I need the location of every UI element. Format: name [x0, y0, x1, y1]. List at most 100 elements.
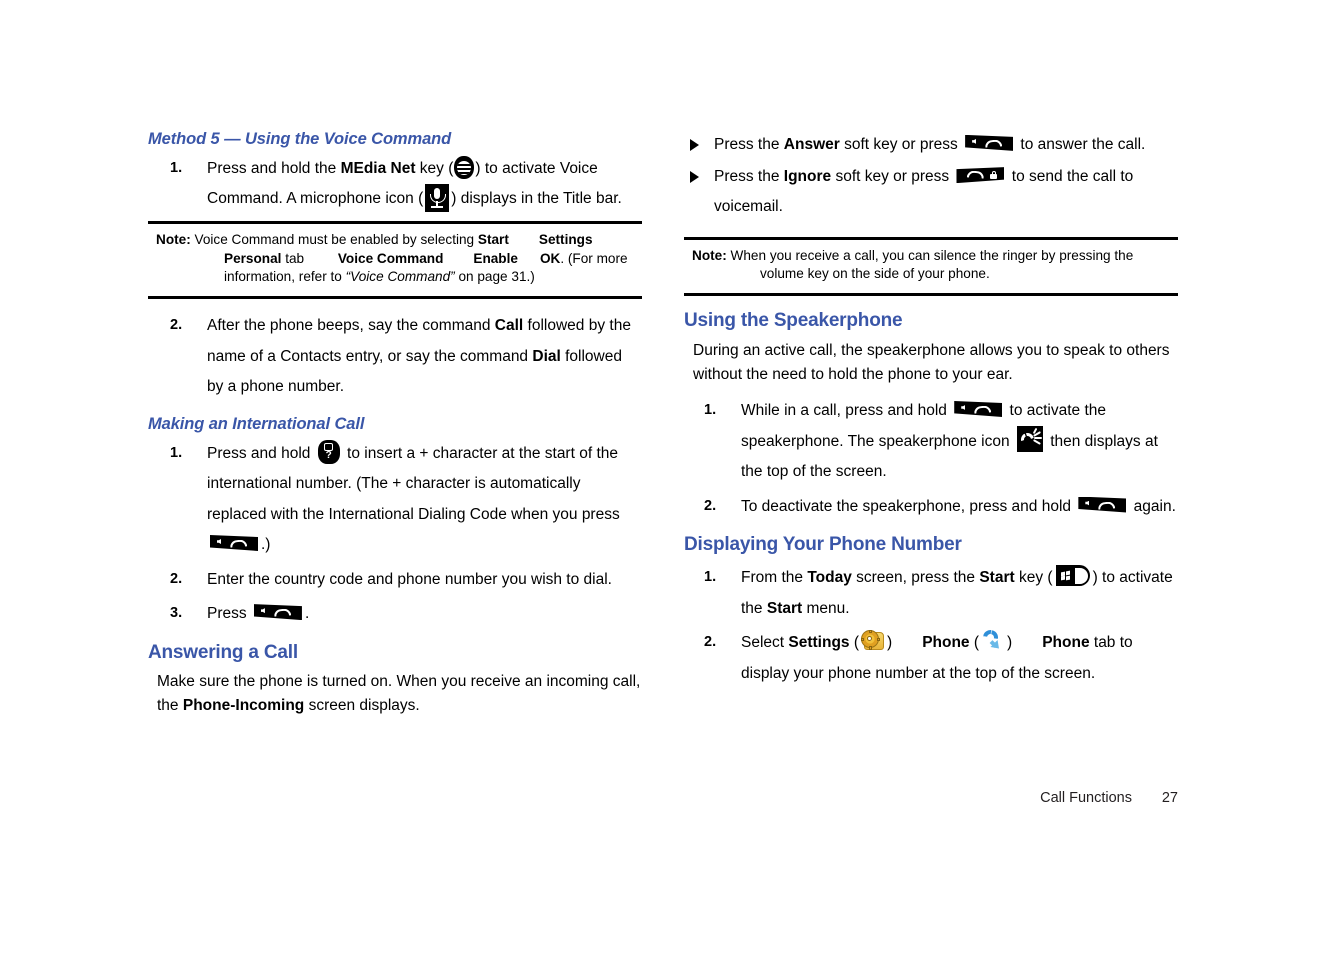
bullet-text-part: soft key or press [839, 136, 963, 153]
note-bold-ok: OK [539, 250, 561, 266]
note-bold-personal: Personal [224, 250, 282, 266]
step-bold-settings: Settings [788, 634, 850, 652]
step-text-part: ) [1007, 634, 1013, 652]
note-text-part: Voice Command must be enabled by selecti… [190, 231, 478, 247]
note-text: Note: When you receive a call, you can s… [692, 247, 1178, 285]
speakerphone-paragraph: During an active call, the speakerphone … [693, 341, 1170, 383]
step-text-part: From the [741, 568, 808, 586]
note-label: Note: [156, 231, 191, 247]
note-bold-voice-command: Voice Command [337, 250, 444, 266]
step-number: 1. [704, 568, 717, 585]
left-column: Method 5 — Using the Voice Command 1. Pre… [148, 130, 642, 728]
display-number-steps: 1. From the Today screen, press the Start… [684, 563, 1178, 689]
step-number: 2. [704, 497, 717, 514]
step-text-part: ( [849, 634, 860, 652]
note-box-silence-ringer: Note: When you receive a call, you can s… [684, 236, 1178, 297]
att-globe-key-icon [454, 156, 475, 180]
step-text-part: screen, press the [851, 568, 980, 586]
note-text-part: volume key on the side of your phone. [760, 266, 990, 282]
microphone-icon [425, 184, 450, 213]
note-italic-ref: “Voice Command” [345, 269, 455, 285]
step-text-part: Enter the country code and phone number … [207, 570, 612, 588]
note-box-voice-command: Note: Voice Command must be enabled by s… [148, 220, 642, 300]
right-column: Press the Answer soft key or press to an… [684, 130, 1178, 690]
list-item: 3. Press . [148, 599, 642, 630]
note-text-part: on page 31.) [454, 269, 535, 285]
step-bold-phone: Phone [922, 634, 970, 652]
step-bold-start-menu: Start [766, 599, 803, 617]
note-text-part: tab [281, 250, 308, 266]
send-call-key-icon [954, 400, 1003, 417]
step-text-part: Select [741, 634, 789, 652]
send-call-key-icon [965, 134, 1014, 151]
note-text-part: information, refer to [224, 269, 346, 285]
step-text-part: ) displays in the Title bar. [451, 190, 622, 208]
send-call-key-icon [253, 604, 302, 621]
step-text-part: menu. [802, 599, 850, 617]
step-text-part: key ( [415, 159, 454, 177]
send-call-key-icon [1078, 496, 1127, 513]
step-bold-call: Call [494, 317, 524, 335]
step-number: 3. [170, 605, 183, 622]
bullet-bold-ignore: Ignore [783, 168, 832, 186]
send-call-key-icon [210, 535, 258, 551]
heading-displaying-phone-number: Displaying Your Phone Number [684, 534, 962, 556]
note-line-2: volume key on the side of your phone. [730, 265, 1178, 284]
step-number: 1. [170, 444, 183, 461]
step-text-part: .) [261, 536, 271, 554]
subheading-method-5: Method 5 — Using the Voice Command [148, 130, 452, 148]
step-text-part: ( [969, 634, 980, 652]
footer-page-number: 27 [1161, 790, 1178, 806]
bullet-text-part: soft key or press [831, 168, 954, 186]
step-text-part: While in a call, press and hold [741, 402, 952, 420]
note-line-2: Personal tab Voice Command Enable OK. (For… [194, 250, 642, 269]
step-bold-start: Start [979, 568, 1015, 586]
list-item: 1. Press and hold the MEdia Net key () to… [148, 154, 642, 215]
heading-using-speakerphone: Using the Speakerphone [684, 310, 903, 332]
step-number: 2. [704, 634, 717, 651]
zero-plus-key-icon: ? [317, 440, 340, 465]
note-bold-settings: Settings [538, 231, 593, 247]
end-call-key-icon [956, 167, 1005, 184]
step-text-part: key ( [1014, 568, 1053, 586]
step-text-part: Press [207, 605, 251, 623]
step-bold-today: Today [807, 568, 852, 586]
speakerphone-icon [1016, 426, 1043, 453]
list-item: 2. To deactivate the speakerphone, press … [684, 492, 1178, 523]
step-text-part: After the phone beeps, say the command [207, 317, 495, 335]
list-item: 1. From the Today screen, press the Start… [684, 563, 1178, 624]
bullet-text-part: Press the [714, 136, 784, 153]
step-text-part: again. [1129, 497, 1176, 515]
step-text-part: ) [887, 634, 893, 652]
bullet-text-part: Press the [714, 168, 784, 186]
step-bold-media-net: MEdia Net [340, 159, 416, 177]
triangle-bullet-icon [690, 171, 699, 184]
note-bold-start: Start [477, 231, 509, 247]
list-item: 1. Press and hold ? to insert a + charact… [148, 439, 642, 561]
bullet-text-part: to answer the call. [1016, 136, 1146, 153]
list-item: 2. Enter the country code and phone numbe… [148, 565, 642, 596]
subheading-international-call: Making an International Call [148, 414, 365, 433]
step-bold-phone-tab: Phone [1042, 634, 1090, 652]
heading-answering-a-call: Answering a Call [148, 641, 298, 663]
voice-command-steps: 1. Press and hold the MEdia Net key () to… [148, 154, 642, 215]
document-page: Method 5 — Using the Voice Command 1. Pre… [0, 0, 1336, 954]
step-number: 2. [170, 317, 183, 334]
step-text-part: Press and hold [207, 444, 315, 462]
page-footer: Call Functions 27 [684, 790, 1178, 806]
speakerphone-steps: 1. While in a call, press and hold to act… [684, 396, 1178, 522]
para-bold-phone-incoming: Phone-Incoming [182, 697, 305, 715]
note-text-part: When you receive a call, you can silence… [726, 247, 1134, 263]
step-number: 1. [170, 159, 183, 176]
windows-start-key-icon [1055, 565, 1090, 587]
phone-handset-icon [981, 629, 1005, 653]
step-number: 2. [170, 570, 183, 587]
list-item: Press the Answer soft key or press to an… [684, 130, 1178, 160]
settings-gear-folder-icon [860, 629, 885, 652]
note-line-3: information, refer to “Voice Command” on… [194, 268, 642, 287]
list-item: Press the Ignore soft key or press to se… [684, 162, 1178, 222]
list-item: 1. While in a call, press and hold to act… [684, 396, 1178, 488]
international-call-steps: 1. Press and hold ? to insert a + charact… [148, 439, 642, 630]
note-bold-enable: Enable [473, 250, 518, 266]
step-text-part: Press and hold the [207, 159, 341, 177]
